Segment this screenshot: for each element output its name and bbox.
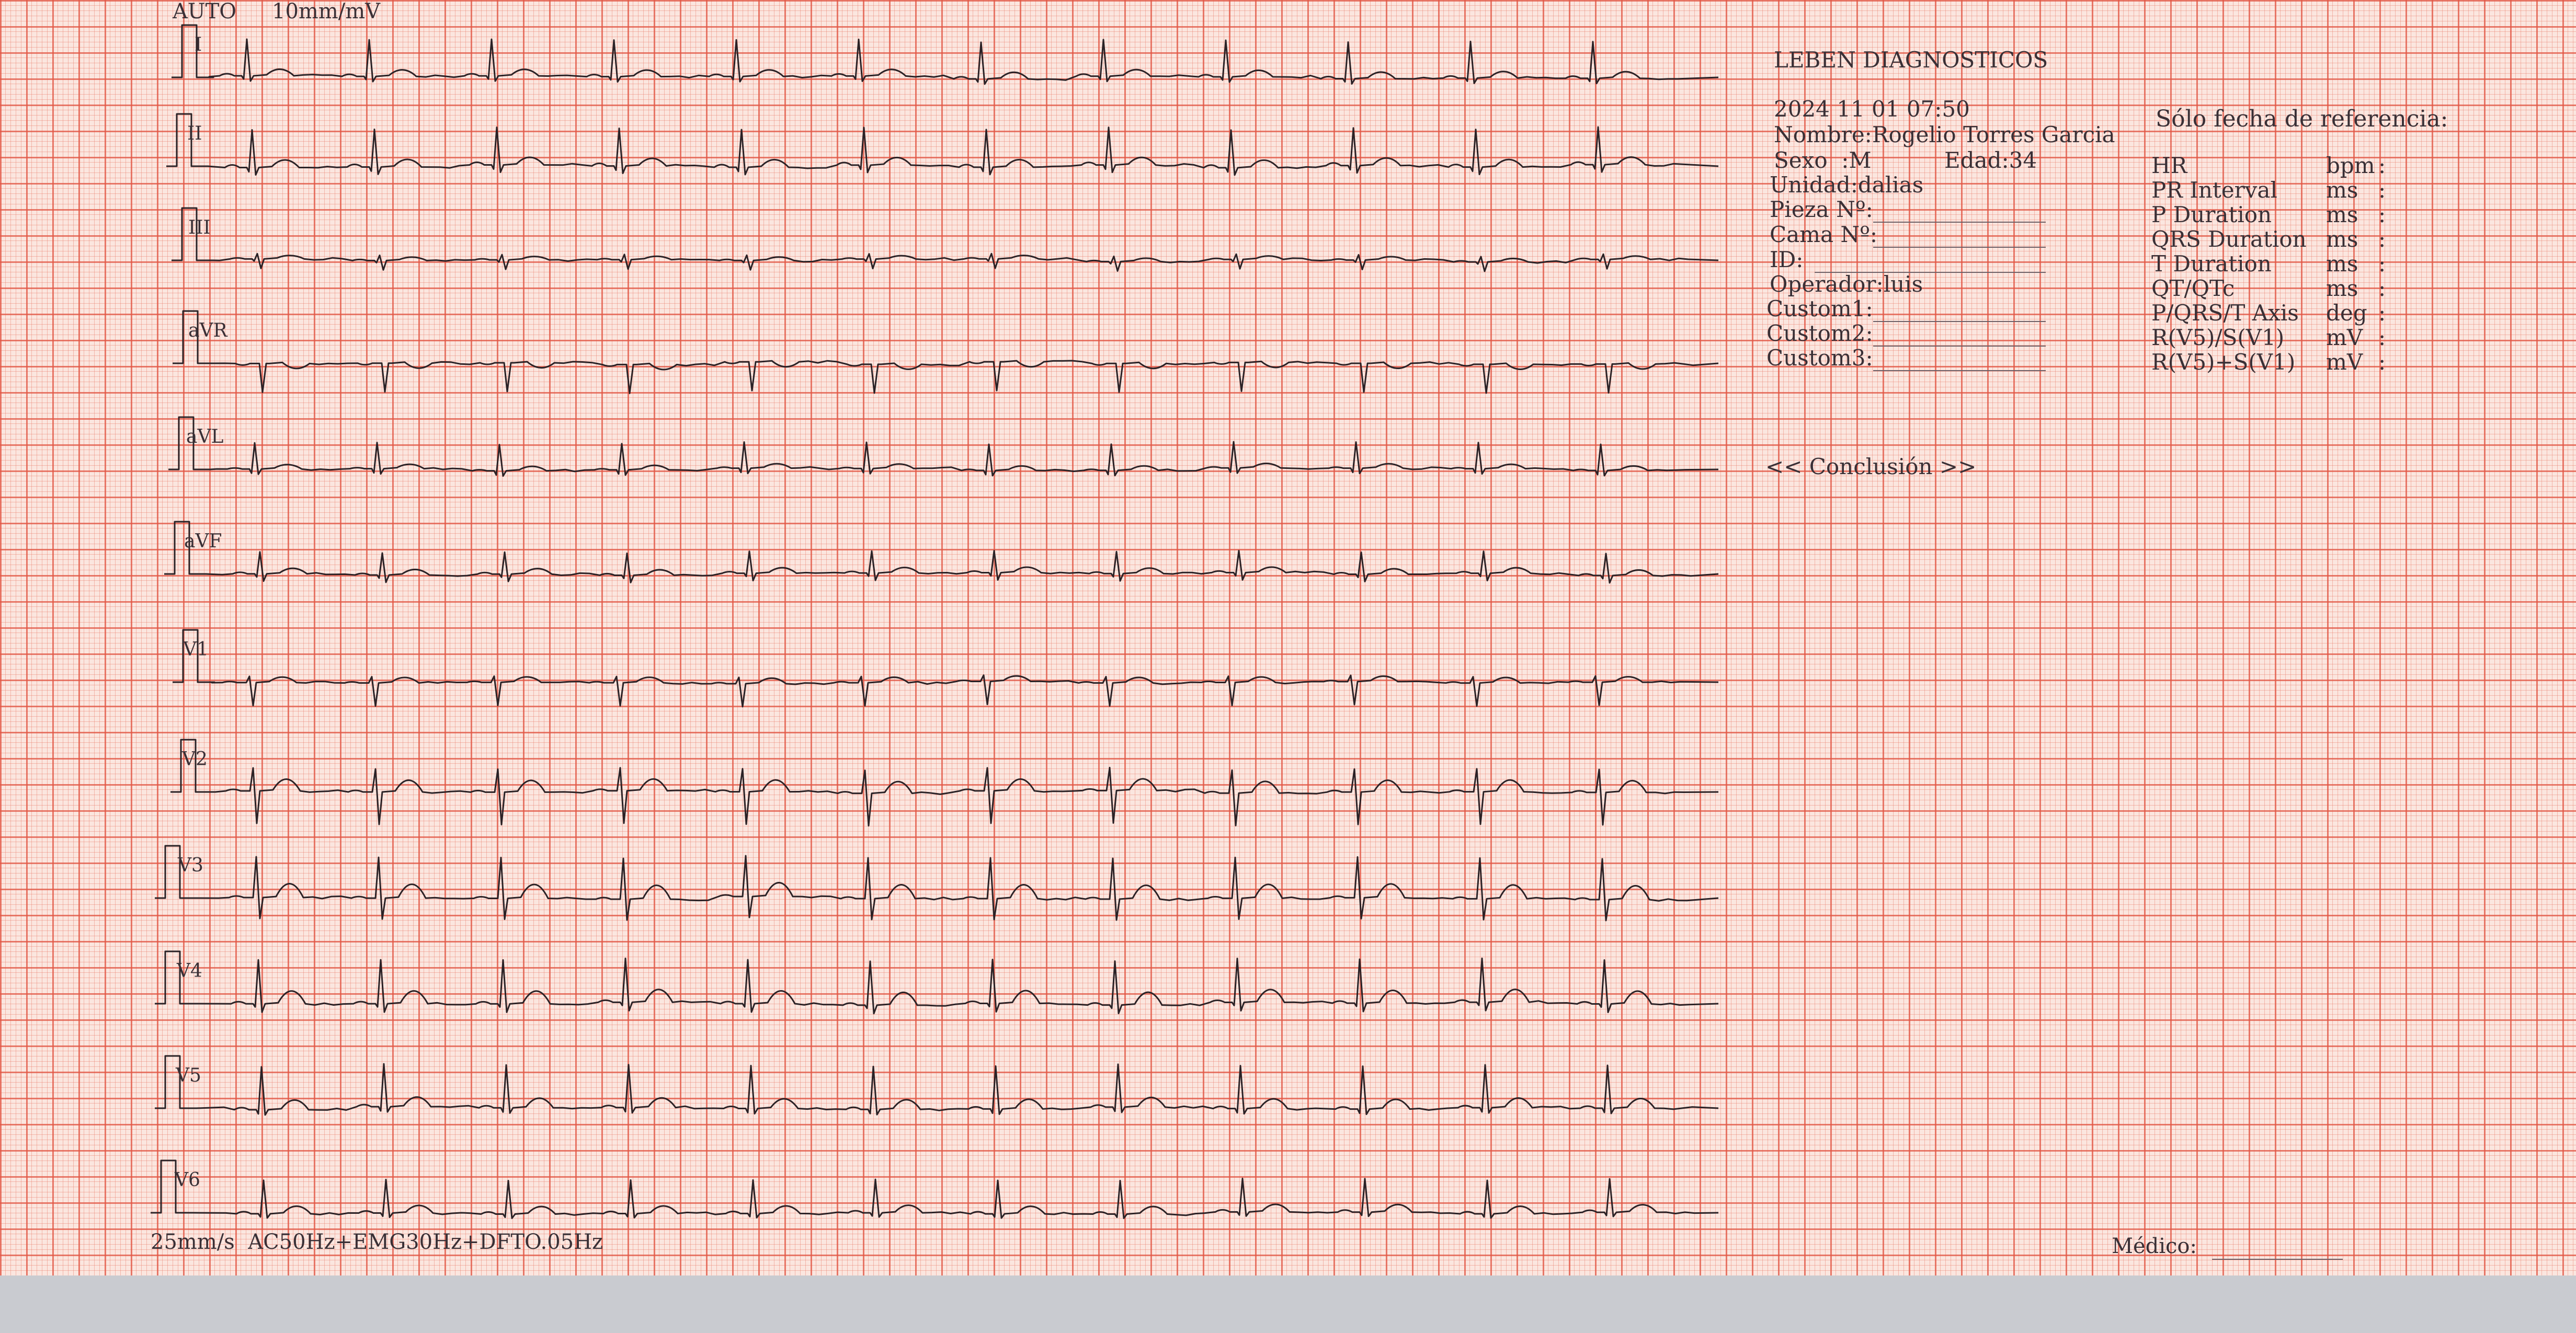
measure-unit: mV — [2326, 325, 2363, 350]
measure-separator: : — [2378, 153, 2386, 178]
custom1-blank-line — [1873, 321, 2046, 322]
measure-label: PR Interval — [2151, 177, 2277, 203]
reference-note: Sólo fecha de referencia: — [2156, 106, 2448, 132]
measure-label: R(V5)/S(V1) — [2151, 325, 2285, 350]
patient-sex: Sexo :M — [1774, 147, 1872, 173]
scanner-background — [0, 1275, 2576, 1333]
conclusion-title: << Conclusión >> — [1765, 454, 1977, 479]
measure-separator: : — [2378, 177, 2386, 203]
measure-unit: deg — [2326, 300, 2367, 326]
room-blank-line — [1873, 222, 2046, 223]
ecg-trace-i — [172, 24, 1719, 85]
room-number: Pieza Nº: — [1770, 197, 1873, 222]
doctor-signature-line — [2212, 1259, 2343, 1260]
custom-field-2: Custom2: — [1766, 320, 1873, 346]
lead-label-v4: V4 — [177, 960, 202, 982]
lead-label-v5: V5 — [176, 1065, 201, 1086]
ecg-trace-avl — [168, 416, 1719, 477]
ecg-trace-avf — [164, 521, 1719, 584]
measure-separator: : — [2378, 275, 2386, 301]
patient-age: Edad:34 — [1944, 147, 2037, 173]
measure-unit: ms — [2326, 177, 2358, 203]
lead-label-avr: aVR — [188, 320, 227, 341]
operator-name: Operador:luis — [1770, 271, 1923, 297]
lead-label-avf: aVF — [184, 531, 222, 552]
measure-unit: mV — [2326, 349, 2363, 375]
ecg-trace-v1 — [173, 629, 1719, 708]
record-datetime: 2024 11 01 07:50 — [1774, 96, 1970, 122]
recording-mode: AUTO — [173, 0, 237, 24]
custom-field-3: Custom3: — [1766, 345, 1873, 371]
ecg-trace-v4 — [155, 950, 1719, 1015]
measure-label: QT/QTc — [2151, 275, 2235, 301]
measure-unit: ms — [2326, 202, 2358, 227]
lead-label-iii: III — [188, 217, 211, 238]
measure-separator: : — [2378, 202, 2386, 227]
measure-unit: ms — [2326, 226, 2358, 252]
filter-settings: 25mm/s AC50Hz+EMG30Hz+DFTO.05Hz — [151, 1230, 603, 1254]
measure-separator: : — [2378, 349, 2386, 375]
clinic-name: LEBEN DIAGNOSTICOS — [1774, 47, 2048, 73]
ecg-trace-ii — [166, 113, 1719, 176]
patient-name: Nombre:Rogelio Torres Garcia — [1774, 122, 2115, 147]
patient-id: ID: — [1770, 247, 1804, 272]
ecg-trace-v5 — [155, 1055, 1719, 1116]
measure-separator: : — [2378, 251, 2386, 277]
patient-unit: Unidad:dalias — [1770, 172, 1924, 198]
lead-label-avl: aVL — [186, 426, 224, 447]
id-blank-line — [1815, 272, 2046, 273]
measure-unit: ms — [2326, 251, 2358, 277]
ecg-trace-v3 — [155, 845, 1719, 922]
lead-label-v2: V2 — [182, 749, 208, 770]
gain-setting: 10mm/mV — [272, 0, 381, 24]
ecg-trace-avr — [173, 310, 1719, 394]
measure-separator: : — [2378, 300, 2386, 326]
measure-label: R(V5)+S(V1) — [2151, 349, 2296, 375]
doctor-signature-label: Médico: — [2112, 1234, 2197, 1258]
ecg-trace-iii — [172, 207, 1719, 272]
lead-label-ii: II — [187, 123, 202, 144]
custom3-blank-line — [1873, 370, 2046, 371]
ecg-trace-v2 — [170, 739, 1719, 827]
lead-label-v3: V3 — [178, 855, 203, 876]
measure-label: P/QRS/T Axis — [2151, 300, 2299, 326]
bed-number: Cama Nº: — [1770, 222, 1878, 247]
measure-label: T Duration — [2151, 251, 2272, 277]
lead-label-v1: V1 — [183, 639, 209, 660]
measure-label: QRS Duration — [2151, 226, 2307, 252]
measure-unit: ms — [2326, 275, 2358, 301]
lead-label-v6: V6 — [175, 1169, 200, 1191]
measure-label: P Duration — [2151, 202, 2272, 227]
ecg-trace-v6 — [151, 1159, 1719, 1219]
measure-unit: bpm — [2326, 153, 2375, 178]
measure-separator: : — [2378, 226, 2386, 252]
custom2-blank-line — [1873, 346, 2046, 347]
measure-label: HR — [2151, 153, 2187, 178]
lead-label-i: I — [195, 34, 202, 55]
measure-separator: : — [2378, 325, 2386, 350]
bed-blank-line — [1873, 247, 2046, 248]
custom-field-1: Custom1: — [1766, 296, 1873, 321]
